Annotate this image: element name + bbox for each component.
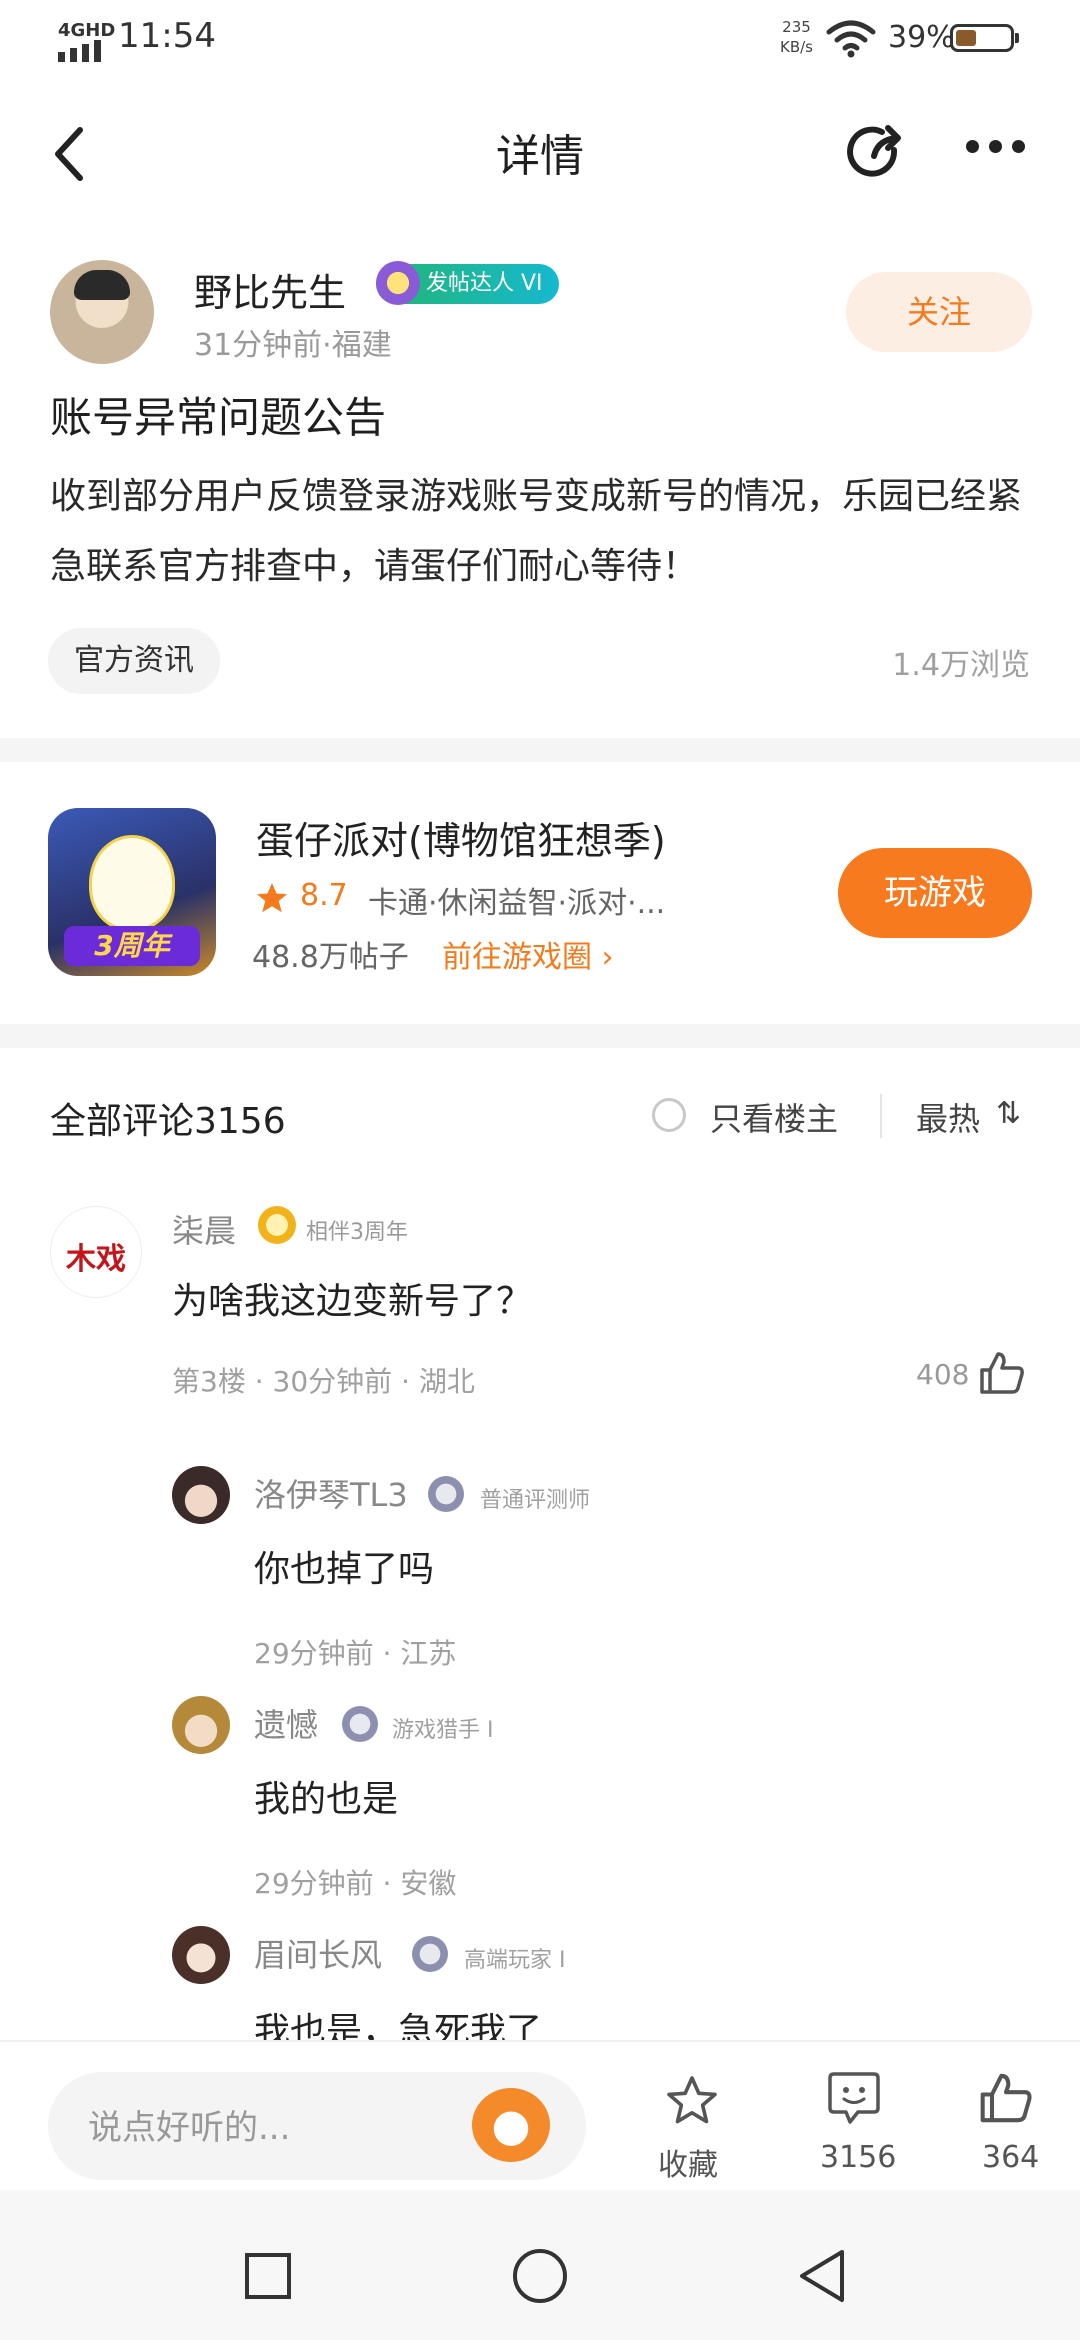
game-tags: 卡通·休闲益智·派对·... xyxy=(368,886,666,921)
recents-square-icon[interactable] xyxy=(244,2252,292,2300)
home-circle-icon[interactable] xyxy=(512,2248,568,2304)
comment-text: 为啥我这边变新号了？ xyxy=(172,1281,533,1322)
comment-bubble-icon[interactable] xyxy=(826,2070,882,2128)
comment-like-count: 408 xyxy=(916,1358,970,1391)
player-badge-icon xyxy=(412,1936,448,1972)
section-divider xyxy=(0,1024,1080,1048)
network-speed: 235 KB/s xyxy=(780,17,813,57)
game-post-count: 48.8万帖子 xyxy=(252,940,409,975)
page-title: 详情 xyxy=(496,131,584,182)
clock: 11:54 xyxy=(118,16,216,56)
post-tag[interactable]: 官方资讯 xyxy=(48,628,220,694)
game-score: 8.7 xyxy=(300,878,348,913)
play-game-button[interactable]: 玩游戏 xyxy=(838,848,1032,938)
network-speed-unit: KB/s xyxy=(780,38,813,56)
star-outline-icon[interactable] xyxy=(662,2072,722,2130)
commenter-name[interactable]: 柒晨 xyxy=(172,1206,236,1252)
network-type: 4GHD xyxy=(58,20,116,41)
back-triangle-icon[interactable] xyxy=(796,2248,848,2304)
post-body: 收到部分用户反馈登录游戏账号变成新号的情况，乐园已经紧急联系官方排查中，请蛋仔们… xyxy=(50,476,1023,587)
network-speed-value: 235 xyxy=(782,18,811,36)
comment-count[interactable]: 3156 xyxy=(820,2140,896,2175)
reviewer-badge-icon xyxy=(428,1476,464,1512)
reply-meta: 29分钟前 · 安徽 xyxy=(254,1867,457,1900)
divider xyxy=(880,1094,882,1138)
thumbs-up-icon[interactable] xyxy=(978,2070,1034,2126)
comment-meta: 第3楼 · 30分钟前 · 湖北 xyxy=(172,1365,475,1398)
author-avatar[interactable] xyxy=(50,260,154,364)
author-name[interactable]: 野比先生 xyxy=(194,262,346,317)
reply-badge: 普通评测师 xyxy=(480,1488,591,1513)
share-icon[interactable] xyxy=(844,120,908,184)
reply-name[interactable]: 洛伊琴TL3 xyxy=(254,1470,408,1516)
commenter-badge: 相伴3周年 xyxy=(306,1220,408,1245)
reply-avatar[interactable] xyxy=(172,1696,230,1754)
section-divider xyxy=(0,738,1080,762)
status-bar: 4GHD 11:54 235 KB/s 39% xyxy=(0,0,1080,75)
post-meta: 31分钟前·福建 xyxy=(194,328,392,363)
game-icon-label: 3周年 xyxy=(64,926,200,966)
wifi-icon xyxy=(826,20,876,58)
reply-avatar[interactable] xyxy=(172,1926,230,1984)
emoji-mascot-icon[interactable] xyxy=(472,2088,550,2162)
reply-text: 你也掉了吗 xyxy=(254,1549,435,1590)
reply-badge: 高端玩家 I xyxy=(464,1948,566,1973)
anniversary-badge-icon xyxy=(258,1206,296,1244)
battery-percent: 39% xyxy=(888,20,955,55)
more-icon[interactable] xyxy=(966,140,1025,153)
only-author-radio[interactable] xyxy=(652,1098,686,1132)
sort-hot-button[interactable]: 最热 xyxy=(916,1094,980,1140)
comments-title: 全部评论3156 xyxy=(50,1101,286,1142)
battery-icon xyxy=(950,24,1019,52)
game-icon[interactable]: 3周年 xyxy=(48,808,216,976)
like-count[interactable]: 364 xyxy=(982,2140,1039,2175)
game-mascot xyxy=(92,838,172,928)
star-icon xyxy=(257,883,287,913)
commenter-avatar-text: 木戏 xyxy=(66,1242,126,1277)
hunter-badge-icon xyxy=(342,1706,378,1742)
comment-input-placeholder[interactable]: 说点好听的... xyxy=(88,2100,290,2149)
goto-game-circle-link[interactable]: 前往游戏圈 › xyxy=(442,932,614,976)
reply-avatar[interactable] xyxy=(172,1466,230,1524)
only-author-label[interactable]: 只看楼主 xyxy=(710,1094,838,1140)
sort-icon[interactable]: ⇅ xyxy=(996,1096,1021,1131)
signal-icon xyxy=(58,40,101,62)
thumbs-up-icon[interactable] xyxy=(978,1350,1026,1396)
favorite-label[interactable]: 收藏 xyxy=(658,2140,718,2184)
view-count: 1.4万浏览 xyxy=(892,648,1030,683)
reply-name[interactable]: 遗憾 xyxy=(254,1700,318,1746)
reply-text: 我的也是 xyxy=(254,1779,399,1820)
game-name[interactable]: 蛋仔派对(博物馆狂想季) xyxy=(256,810,666,865)
follow-button[interactable]: 关注 xyxy=(846,272,1032,352)
reply-badge: 游戏猎手 I xyxy=(392,1718,494,1743)
commenter-avatar[interactable]: 木戏 xyxy=(50,1206,142,1298)
reply-meta: 29分钟前 · 江苏 xyxy=(254,1637,457,1670)
reply-name[interactable]: 眉间长风 xyxy=(254,1930,382,1976)
post-title: 账号异常问题公告 xyxy=(50,393,387,442)
author-badge: 发帖达人 VI xyxy=(376,261,559,305)
